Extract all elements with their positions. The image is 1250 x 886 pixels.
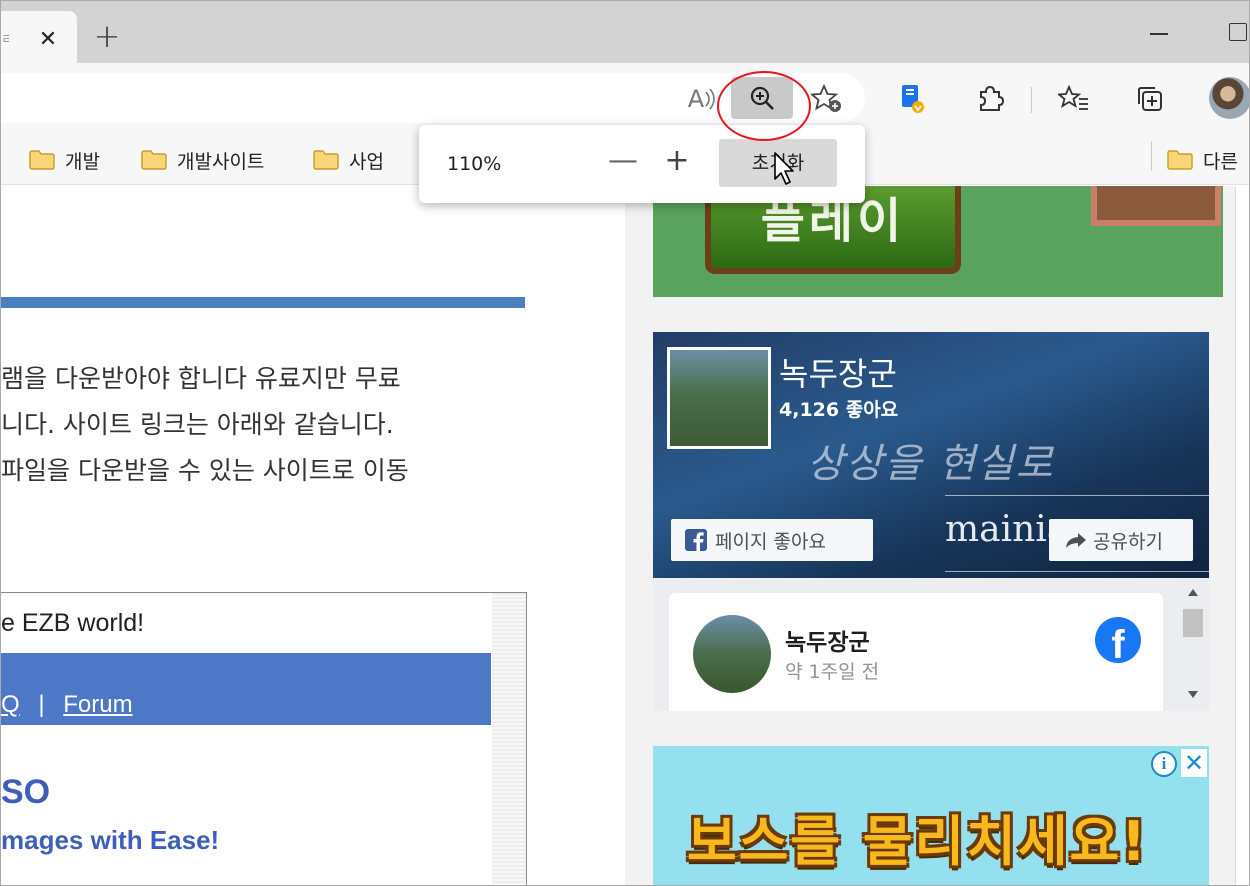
- facebook-page-name[interactable]: 녹두장군: [779, 349, 897, 395]
- bookmark-label: 다른: [1203, 150, 1238, 173]
- bookmark-label: 사업: [349, 150, 384, 173]
- facebook-like-count: 4,126 좋아요: [779, 399, 899, 421]
- nav-link-forum[interactable]: Forum: [63, 691, 132, 718]
- post-author-name[interactable]: 녹두장군: [785, 623, 870, 657]
- game-ad-decoration: [1091, 186, 1221, 226]
- window-maximize-button[interactable]: [1229, 23, 1247, 41]
- share-arrow-icon: [1066, 533, 1086, 548]
- post-feed-scrollbar[interactable]: [1179, 585, 1207, 707]
- nav-separator: |: [38, 691, 45, 718]
- facebook-f-icon: [685, 529, 707, 551]
- add-favorite-icon[interactable]: [809, 81, 845, 117]
- facebook-logo-icon[interactable]: f: [1095, 617, 1141, 663]
- folder-icon: [141, 150, 167, 170]
- scroll-up-arrow-icon[interactable]: [1188, 589, 1198, 596]
- read-aloud-icon[interactable]: A: [685, 81, 719, 117]
- page-scrollbar[interactable]: [1235, 186, 1249, 885]
- cover-divider: [945, 495, 1209, 496]
- favorites-icon[interactable]: [1055, 81, 1093, 117]
- bookmarks-separator: [1151, 141, 1152, 171]
- read-aloud-label: A: [687, 85, 705, 113]
- browser-window: ㄹ ㅎ ✕ + A: [0, 0, 1250, 886]
- mouse-pointer-icon: [774, 152, 794, 185]
- folder-icon: [1167, 150, 1193, 170]
- article-text-line: 파일을 다운받을 수 있는 사이트로 이동: [1, 456, 409, 485]
- window-minimize-button[interactable]: [1147, 21, 1171, 45]
- collections-icon[interactable]: [1131, 81, 1169, 117]
- bookmark-folder-dev[interactable]: 개발: [29, 143, 100, 177]
- facebook-share-button[interactable]: 공유하기: [1049, 519, 1193, 561]
- post-author-avatar[interactable]: [693, 615, 771, 693]
- scroll-down-arrow-icon[interactable]: [1188, 691, 1198, 698]
- cover-slogan: 상상을 현실로: [807, 441, 1055, 487]
- ad-close-icon[interactable]: ✕: [1181, 749, 1207, 777]
- extension-icon[interactable]: [893, 81, 933, 117]
- embed-product-name: SO: [1, 773, 51, 811]
- embed-welcome-text: e EZB world!: [1, 609, 145, 637]
- toolbar-separator: [1031, 87, 1032, 113]
- bookmark-label: 개발: [65, 150, 100, 173]
- bookmark-folder-business[interactable]: 사업: [313, 143, 384, 177]
- embed-nav-links: Q | Forum: [1, 691, 133, 719]
- bookmark-label: 개발사이트: [177, 150, 265, 173]
- ad-info-icon[interactable]: i: [1151, 751, 1177, 777]
- embed-nav-bar: Q | Forum: [1, 653, 491, 725]
- profile-avatar[interactable]: [1209, 77, 1249, 119]
- ad-headline[interactable]: 보스를 물리치세요!: [687, 797, 1148, 876]
- bookmark-folder-other[interactable]: 다른: [1167, 143, 1238, 177]
- article-text-line: 램을 다운받아야 합니다 유료지만 무료: [1, 364, 401, 393]
- share-button-label: 공유하기: [1093, 530, 1163, 553]
- folder-icon: [313, 150, 339, 170]
- zoom-level-value: 110%: [447, 153, 502, 175]
- facebook-like-page-button[interactable]: 페이지 좋아요: [671, 519, 873, 561]
- new-tab-button[interactable]: +: [91, 20, 123, 53]
- zoom-popup: 110% — + 초기화: [419, 125, 865, 203]
- tab-favicon-icon: ㄹ ㅎ: [1, 29, 9, 51]
- post-timestamp[interactable]: 약 1주일 전: [785, 657, 879, 684]
- tab-close-icon[interactable]: ✕: [35, 27, 61, 53]
- section-divider: [1, 297, 525, 308]
- nav-link-faq[interactable]: Q: [1, 691, 20, 718]
- annotation-highlight-circle: [717, 71, 811, 141]
- article-text-line: 니다. 사이트 링크는 아래와 같습니다.: [1, 410, 394, 439]
- like-button-label: 페이지 좋아요: [715, 530, 826, 553]
- folder-icon: [29, 150, 55, 170]
- embed-tagline: mages with Ease!: [1, 825, 220, 855]
- zoom-in-button[interactable]: +: [659, 143, 695, 179]
- zoom-out-button[interactable]: —: [605, 143, 641, 179]
- bookmark-folder-dev-sites[interactable]: 개발사이트: [141, 143, 264, 177]
- sound-waves-icon: [705, 88, 715, 110]
- scroll-thumb[interactable]: [1183, 609, 1203, 637]
- embedded-site-frame: e EZB world! Q | Forum SO mages with Eas…: [1, 592, 527, 885]
- embed-scrollbar[interactable]: [492, 593, 526, 885]
- facebook-page-thumbnail[interactable]: [667, 347, 771, 449]
- puzzle-icon[interactable]: [971, 81, 1009, 117]
- cover-divider: [945, 571, 1209, 572]
